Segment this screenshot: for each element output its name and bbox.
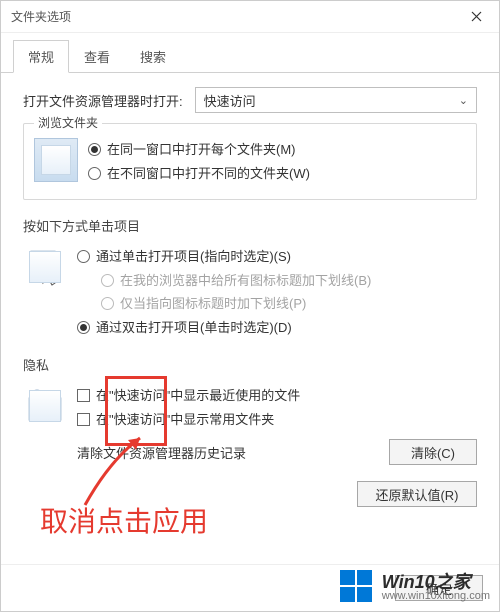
checkbox-icon <box>77 413 90 426</box>
radio-label: 通过单击打开项目(指向时选定)(S) <box>96 247 291 267</box>
open-with-select[interactable]: 快速访问 ⌄ <box>195 87 477 113</box>
close-button[interactable] <box>453 1 499 33</box>
browse-radio-same[interactable]: 在同一窗口中打开每个文件夹(M) <box>88 140 466 160</box>
tab-bar: 常规 查看 搜索 <box>1 33 499 73</box>
clear-history-label: 清除文件资源管理器历史记录 <box>77 443 375 462</box>
privacy-legend: 隐私 <box>23 355 477 374</box>
click-sub-all-underline: 在我的浏览器中给所有图标标题加下划线(B) <box>101 271 477 291</box>
check-label: 在"快速访问"中显示最近使用的文件 <box>96 386 300 406</box>
click-radio-single[interactable]: 通过单击打开项目(指向时选定)(S) <box>77 247 477 267</box>
radio-icon <box>88 167 101 180</box>
windows-logo-icon <box>340 570 374 604</box>
radio-icon <box>77 321 90 334</box>
privacy-check-recent[interactable]: 在"快速访问"中显示最近使用的文件 <box>77 386 477 406</box>
privacy-icon <box>23 384 67 428</box>
privacy-check-frequent[interactable]: 在"快速访问"中显示常用文件夹 <box>77 410 477 430</box>
watermark-url: www.win10xitong.com <box>382 591 490 602</box>
click-group: 通过单击打开项目(指向时选定)(S) 在我的浏览器中给所有图标标题加下划线(B)… <box>23 243 477 341</box>
click-radio-double[interactable]: 通过双击打开项目(单击时选定)(D) <box>77 318 477 338</box>
folder-options-dialog: 文件夹选项 常规 查看 搜索 打开文件资源管理器时打开: 快速访问 ⌄ 浏览文件… <box>0 0 500 612</box>
click-sub-point-underline: 仅当指向图标标题时加下划线(P) <box>101 294 477 314</box>
restore-defaults-button[interactable]: 还原默认值(R) <box>357 481 477 507</box>
watermark-brand: Win10之家 <box>382 573 490 591</box>
open-with-label: 打开文件资源管理器时打开: <box>23 91 183 110</box>
close-icon <box>471 11 482 22</box>
radio-label: 在我的浏览器中给所有图标标题加下划线(B) <box>120 271 371 291</box>
click-legend: 按如下方式单击项目 <box>23 216 477 235</box>
radio-label: 仅当指向图标标题时加下划线(P) <box>120 294 306 314</box>
watermark: Win10之家 www.win10xitong.com <box>340 570 490 604</box>
radio-icon <box>88 143 101 156</box>
tab-search[interactable]: 搜索 <box>125 40 181 73</box>
privacy-group: 在"快速访问"中显示最近使用的文件 在"快速访问"中显示常用文件夹 清除文件资源… <box>23 382 477 465</box>
window-icon <box>34 138 78 182</box>
chevron-down-icon: ⌄ <box>459 94 468 107</box>
browse-group: 浏览文件夹 在同一窗口中打开每个文件夹(M) 在不同窗口中打开不同的文件夹(W) <box>23 123 477 200</box>
open-with-value: 快速访问 <box>204 91 256 110</box>
dialog-title: 文件夹选项 <box>11 8 453 25</box>
tab-general[interactable]: 常规 <box>13 40 69 73</box>
checkbox-icon <box>77 389 90 402</box>
browse-legend: 浏览文件夹 <box>34 114 102 131</box>
radio-icon <box>101 274 114 287</box>
open-with-row: 打开文件资源管理器时打开: 快速访问 ⌄ <box>23 87 477 113</box>
radio-label: 在不同窗口中打开不同的文件夹(W) <box>107 164 310 184</box>
tab-content: 打开文件资源管理器时打开: 快速访问 ⌄ 浏览文件夹 在同一窗口中打开每个文件夹… <box>1 73 499 564</box>
tab-view[interactable]: 查看 <box>69 40 125 73</box>
cursor-icon <box>23 245 67 289</box>
titlebar: 文件夹选项 <box>1 1 499 33</box>
browse-radio-diff[interactable]: 在不同窗口中打开不同的文件夹(W) <box>88 164 466 184</box>
radio-label: 通过双击打开项目(单击时选定)(D) <box>96 318 292 338</box>
clear-button[interactable]: 清除(C) <box>389 439 477 465</box>
radio-icon <box>77 250 90 263</box>
radio-label: 在同一窗口中打开每个文件夹(M) <box>107 140 296 160</box>
radio-icon <box>101 297 114 310</box>
check-label: 在"快速访问"中显示常用文件夹 <box>96 410 274 430</box>
